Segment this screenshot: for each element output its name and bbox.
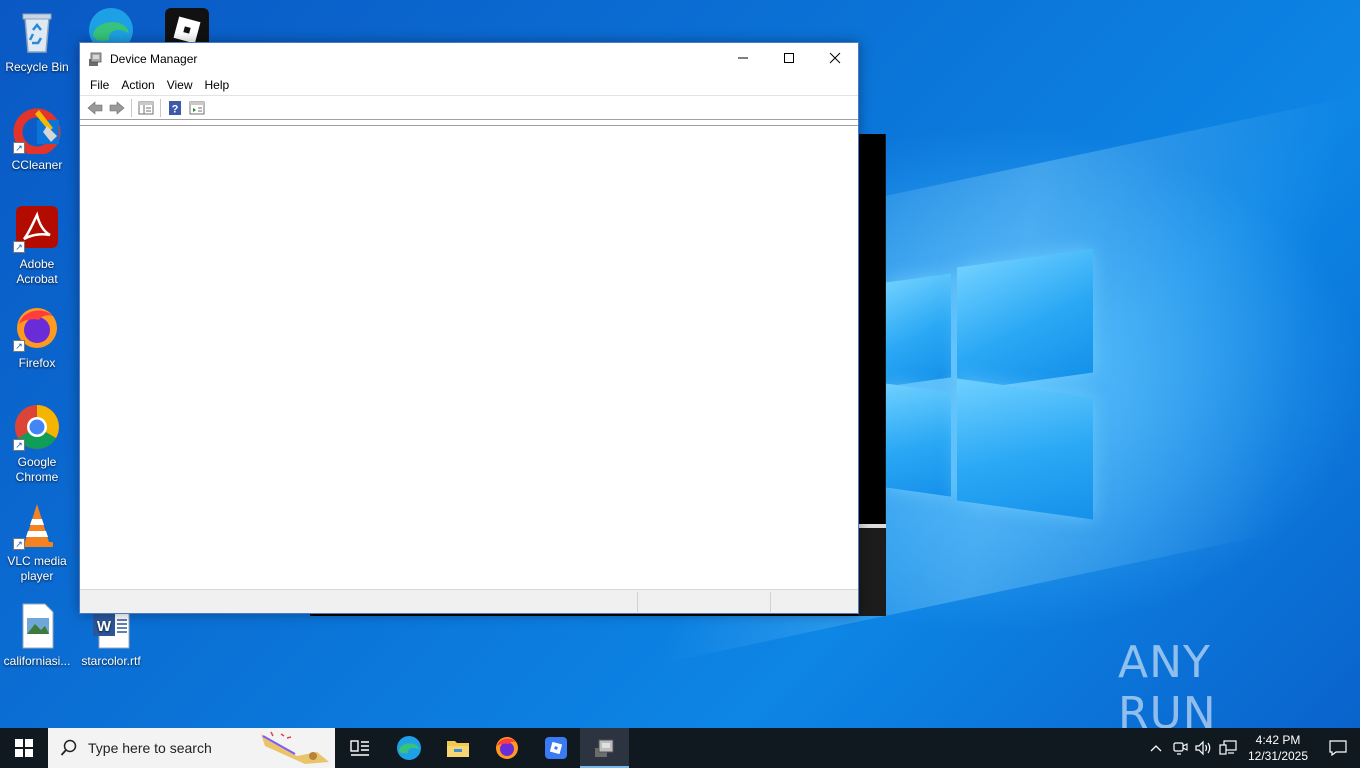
adobe-acrobat-icon: ↗ bbox=[13, 205, 61, 253]
volume-button[interactable] bbox=[1192, 728, 1216, 768]
notification-icon bbox=[1329, 740, 1347, 756]
minimize-icon bbox=[738, 57, 748, 59]
start-button[interactable] bbox=[0, 728, 48, 768]
status-bar-divider bbox=[637, 592, 638, 612]
toolbar: ? bbox=[80, 96, 858, 120]
desktop-icon-label: Firefox bbox=[18, 356, 56, 370]
firefox-icon bbox=[495, 737, 518, 759]
notification-center-button[interactable] bbox=[1316, 728, 1360, 768]
back-button[interactable] bbox=[84, 97, 106, 119]
help-button[interactable]: ? bbox=[164, 97, 186, 119]
desktop-icon-label: VLC media player bbox=[7, 554, 67, 583]
status-bar-divider bbox=[770, 592, 771, 612]
task-view-icon bbox=[349, 740, 369, 756]
show-hide-console-tree-button[interactable] bbox=[135, 97, 157, 119]
shortcut-arrow-icon: ↗ bbox=[13, 241, 25, 253]
close-button[interactable] bbox=[812, 43, 858, 73]
taskbar: Type here to search 4:42 PM 12/31/2025 bbox=[0, 728, 1360, 768]
network-button[interactable] bbox=[1216, 728, 1240, 768]
system-tray: 4:42 PM 12/31/2025 bbox=[1144, 728, 1360, 768]
menu-action[interactable]: Action bbox=[115, 74, 160, 96]
taskbar-device-manager[interactable] bbox=[580, 728, 629, 768]
image-file-icon bbox=[13, 602, 61, 650]
back-arrow-icon bbox=[87, 100, 103, 115]
toolbar-separator bbox=[160, 98, 161, 117]
network-ethernet-icon bbox=[1219, 740, 1237, 755]
taskbar-firefox[interactable] bbox=[482, 728, 531, 768]
properties-button[interactable] bbox=[186, 97, 208, 119]
properties-icon bbox=[189, 101, 205, 114]
desktop-icon-californiasi[interactable]: californiasi... bbox=[0, 602, 74, 669]
webcam-icon bbox=[1173, 742, 1188, 755]
window-title: Device Manager bbox=[110, 51, 198, 66]
windows-logo-wallpaper bbox=[885, 248, 1095, 520]
recycle-bin-icon bbox=[13, 8, 61, 56]
firefox-icon: ↗ bbox=[13, 304, 61, 352]
desktop-icon-firefox[interactable]: ↗ Firefox bbox=[0, 304, 74, 371]
chrome-icon: ↗ bbox=[13, 403, 61, 451]
edge-icon bbox=[396, 736, 421, 760]
roblox-icon bbox=[544, 737, 567, 759]
menu-view[interactable]: View bbox=[161, 74, 199, 96]
shortcut-arrow-icon: ↗ bbox=[13, 340, 25, 352]
windows-start-icon bbox=[15, 739, 33, 757]
taskbar-file-explorer[interactable] bbox=[433, 728, 482, 768]
menu-file[interactable]: File bbox=[84, 74, 115, 96]
desktop-icon-vlc[interactable]: ↗ VLC media player bbox=[0, 502, 74, 584]
watermark-text: ANY RUN bbox=[1118, 637, 1217, 739]
forward-arrow-icon bbox=[109, 100, 125, 115]
meet-now-button[interactable] bbox=[1168, 728, 1192, 768]
taskbar-clock[interactable]: 4:42 PM 12/31/2025 bbox=[1240, 732, 1316, 764]
ccleaner-icon: ↗ bbox=[13, 106, 61, 156]
speaker-volume-icon bbox=[1195, 740, 1211, 756]
shortcut-arrow-icon: ↗ bbox=[13, 142, 25, 154]
desktop-icon-label: californiasi... bbox=[3, 654, 71, 668]
search-placeholder: Type here to search bbox=[88, 740, 212, 756]
shortcut-arrow-icon: ↗ bbox=[13, 538, 25, 550]
desktop-icon-label: Adobe Acrobat bbox=[16, 257, 58, 286]
desktop-icon-label: starcolor.rtf bbox=[81, 654, 141, 668]
toolbar-separator bbox=[131, 98, 132, 117]
device-tree-pane[interactable] bbox=[80, 125, 858, 589]
search-highlight-promo-icon bbox=[261, 731, 329, 764]
device-manager-icon bbox=[594, 739, 613, 757]
desktop-icon-google-chrome[interactable]: ↗ Google Chrome bbox=[0, 403, 74, 485]
menu-bar: File Action View Help bbox=[80, 74, 858, 96]
show-hide-console-tree-icon bbox=[138, 101, 154, 114]
desktop-icon-label: Recycle Bin bbox=[5, 60, 69, 74]
menu-help[interactable]: Help bbox=[199, 74, 236, 96]
desktop-icon-recycle-bin[interactable]: Recycle Bin bbox=[0, 8, 74, 75]
taskbar-roblox[interactable] bbox=[531, 728, 580, 768]
show-hidden-icons-button[interactable] bbox=[1144, 728, 1168, 768]
minimize-button[interactable] bbox=[720, 43, 766, 73]
help-icon: ? bbox=[169, 100, 181, 115]
desktop-icon-label: Google Chrome bbox=[15, 455, 59, 484]
desktop-icon-label: CCleaner bbox=[11, 158, 63, 172]
device-manager-app-icon bbox=[89, 52, 102, 66]
maximize-icon bbox=[784, 53, 794, 63]
desktop-icon-adobe-acrobat[interactable]: ↗ Adobe Acrobat bbox=[0, 205, 74, 287]
taskbar-search-box[interactable]: Type here to search bbox=[48, 728, 335, 768]
clock-time: 4:42 PM bbox=[1255, 733, 1301, 747]
file-explorer-icon bbox=[446, 741, 469, 757]
maximize-button[interactable] bbox=[766, 43, 812, 73]
search-icon bbox=[60, 739, 77, 756]
taskbar-edge[interactable] bbox=[384, 728, 433, 768]
chevron-up-icon bbox=[1150, 745, 1162, 752]
status-bar bbox=[80, 589, 858, 613]
close-icon bbox=[829, 52, 841, 64]
svg-text:W: W bbox=[97, 618, 112, 635]
vlc-cone-icon: ↗ bbox=[13, 502, 61, 550]
anyrun-watermark: ANY RUN bbox=[1118, 637, 1318, 739]
taskbar-task-view[interactable] bbox=[335, 728, 384, 768]
shortcut-arrow-icon: ↗ bbox=[13, 439, 25, 451]
desktop-icon-ccleaner[interactable]: ↗ CCleaner bbox=[0, 106, 74, 173]
clock-date: 12/31/2025 bbox=[1247, 749, 1309, 763]
device-manager-window[interactable]: Device Manager File Action View Help ? bbox=[79, 42, 859, 614]
window-titlebar[interactable]: Device Manager bbox=[80, 43, 858, 74]
forward-button[interactable] bbox=[106, 97, 128, 119]
svg-text:?: ? bbox=[172, 103, 179, 115]
